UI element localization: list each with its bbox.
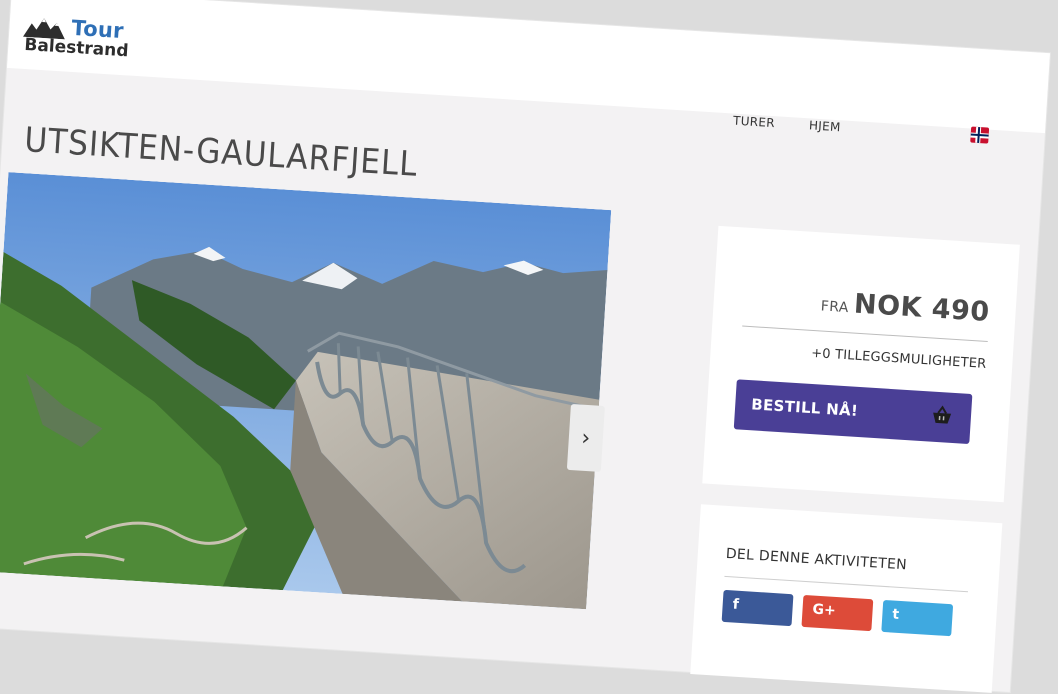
norway-flag-icon[interactable] xyxy=(970,126,990,144)
share-facebook-button[interactable]: f xyxy=(721,589,794,627)
price-divider xyxy=(742,325,988,342)
page: Tour Balestrand TURER HJEM UTSIKTEN-GAUL… xyxy=(0,0,1050,693)
carousel-next-button[interactable]: › xyxy=(566,403,605,472)
activity-photo xyxy=(0,172,612,610)
nav-item-turer[interactable]: TURER xyxy=(733,114,776,131)
twitter-icon: t xyxy=(891,606,900,623)
site-header: Tour Balestrand TURER HJEM xyxy=(6,0,1050,144)
extras-count: +0 TILLEGGSMULIGHETER xyxy=(810,345,987,372)
basket-icon xyxy=(933,405,952,424)
booking-card: FRA NOK 490 +0 TILLEGGSMULIGHETER BESTIL… xyxy=(702,225,1020,503)
page-title: UTSIKTEN-GAULARFJELL xyxy=(23,119,419,185)
price-prefix: FRA xyxy=(820,298,850,317)
book-now-button[interactable]: BESTILL NÅ! xyxy=(733,379,973,445)
share-divider xyxy=(724,575,969,593)
share-card: DEL DENNE AKTIVITETEN f G+ t xyxy=(690,504,1003,693)
price-display: FRA NOK 490 xyxy=(820,286,990,328)
share-heading: DEL DENNE AKTIVITETEN xyxy=(725,545,908,574)
share-google-button[interactable]: G+ xyxy=(801,594,874,632)
book-now-label: BESTILL NÅ! xyxy=(750,395,859,420)
price-amount: NOK 490 xyxy=(853,288,991,328)
chevron-right-icon: › xyxy=(580,425,592,451)
site-logo[interactable]: Tour Balestrand xyxy=(22,13,175,68)
facebook-icon: f xyxy=(732,596,740,613)
share-twitter-button[interactable]: t xyxy=(881,599,954,637)
google-plus-icon: G+ xyxy=(812,601,837,619)
nav-item-hjem[interactable]: HJEM xyxy=(809,118,842,134)
